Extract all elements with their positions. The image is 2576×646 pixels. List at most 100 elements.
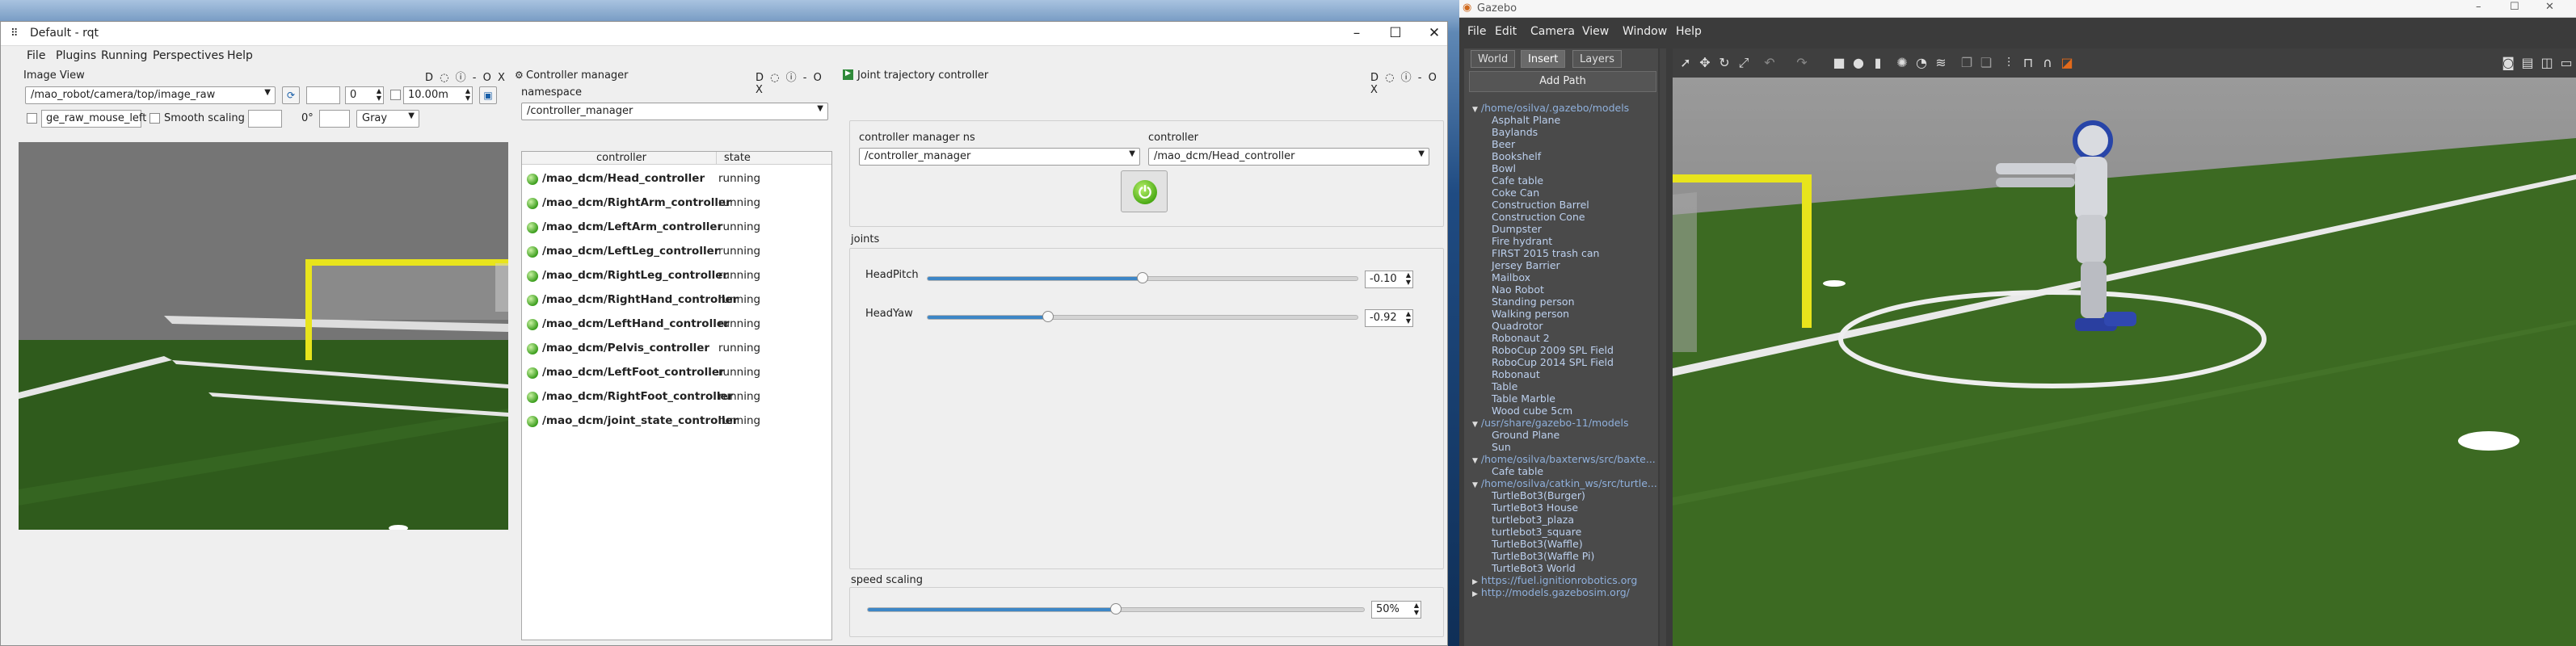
tree-item[interactable]: turtlebot3_plaza xyxy=(1492,514,1574,526)
tree-folder[interactable]: ▼ /usr/share/gazebo-11/models xyxy=(1472,417,1629,429)
tree-item[interactable]: Bookshelf xyxy=(1492,150,1541,162)
undo-icon[interactable]: ↶ xyxy=(1762,55,1778,71)
select-arrow-icon[interactable]: ➚ xyxy=(1677,55,1694,71)
speed-spinbox[interactable]: 50% ▲ ▼ xyxy=(1371,601,1421,619)
gazebo-titlebar[interactable]: ◉ Gazebo – ☐ ✕ xyxy=(1459,0,2576,18)
copy-icon[interactable]: ❐ xyxy=(1959,55,1975,71)
tree-item[interactable]: Robonaut 2 xyxy=(1492,332,1550,344)
tree-item[interactable]: Robonaut xyxy=(1492,368,1540,380)
rotate-icon[interactable]: ↻ xyxy=(1716,55,1732,71)
tree-item[interactable]: Cafe table xyxy=(1492,174,1543,187)
menu-file[interactable]: File xyxy=(27,49,45,62)
tree-item[interactable]: Jersey Barrier xyxy=(1492,259,1560,271)
tree-item[interactable]: Fire hydrant xyxy=(1492,235,1552,247)
mouse-topic-field[interactable]: ge_raw_mouse_left xyxy=(41,110,146,128)
change-view-icon[interactable]: ◪ xyxy=(2059,55,2075,71)
table-row[interactable]: /mao_dcm/LeftArm_controller running xyxy=(522,215,831,239)
table-row[interactable]: /mao_dcm/joint_state_controller running xyxy=(522,409,831,433)
gz-menu-window[interactable]: Window xyxy=(1623,25,1667,38)
color-mode-combo[interactable]: Gray ▼ xyxy=(356,110,419,128)
minimize-icon[interactable]: – xyxy=(1347,24,1366,42)
enable-button[interactable]: ⏻ xyxy=(1121,170,1168,212)
maximize-icon[interactable]: ☐ xyxy=(1386,24,1405,42)
tree-item[interactable]: Standing person xyxy=(1492,296,1575,308)
spin-distance[interactable]: 10.00m ▲ ▼ xyxy=(403,86,473,104)
gz-menu-file[interactable]: File xyxy=(1467,25,1486,38)
menu-plugins[interactable]: Plugins xyxy=(56,49,96,62)
tree-item[interactable]: Coke Can xyxy=(1492,187,1539,199)
tree-folder[interactable]: ▼ /home/osilva/catkin_ws/src/turtle... xyxy=(1472,477,1657,489)
chevron-right-icon[interactable]: ▶ xyxy=(1472,578,1478,586)
joint-slider[interactable] xyxy=(927,272,1358,283)
speed-slider[interactable] xyxy=(867,603,1365,615)
col-state[interactable]: state xyxy=(724,152,751,164)
tree-folder[interactable]: ▶ http://models.gazebosim.org/ xyxy=(1472,586,1630,598)
tree-item[interactable]: Table xyxy=(1492,380,1517,392)
table-row[interactable]: /mao_dcm/RightLeg_controller running xyxy=(522,263,831,287)
tree-item[interactable]: TurtleBot3 House xyxy=(1492,501,1578,514)
table-row[interactable]: /mao_dcm/Pelvis_controller running xyxy=(522,336,831,360)
table-row[interactable]: /mao_dcm/Head_controller running xyxy=(522,166,831,191)
col-controller[interactable]: controller xyxy=(596,152,646,164)
tree-item[interactable]: Nao Robot xyxy=(1492,283,1544,296)
align-icon[interactable]: ⫶ xyxy=(2001,55,2017,71)
tab-layers[interactable]: Layers xyxy=(1572,50,1623,68)
joint-value-spinbox[interactable]: -0.92 ▲ ▼ xyxy=(1365,309,1413,327)
tree-item[interactable]: Wood cube 5cm xyxy=(1492,405,1572,417)
add-path-button[interactable]: Add Path xyxy=(1469,71,1656,92)
sphere-icon[interactable]: ● xyxy=(1850,55,1867,71)
save-image-icon[interactable]: ▣ xyxy=(479,86,497,104)
chevron-down-icon[interactable]: ▼ xyxy=(1472,106,1478,114)
menu-perspectives[interactable]: Perspectives xyxy=(153,49,224,62)
table-row[interactable]: /mao_dcm/RightFoot_controller running xyxy=(522,384,831,409)
cylinder-icon[interactable]: ▮ xyxy=(1870,55,1886,71)
camera-image[interactable] xyxy=(19,142,508,530)
video-record-icon[interactable]: ▭ xyxy=(2558,55,2574,71)
gz-menu-edit[interactable]: Edit xyxy=(1495,25,1517,38)
chevron-down-icon[interactable]: ▼ xyxy=(1472,421,1478,429)
maximize-icon[interactable]: ☐ xyxy=(2510,1,2519,13)
blank-field[interactable] xyxy=(306,86,340,104)
tree-item[interactable]: Baylands xyxy=(1492,126,1538,138)
tree-item[interactable]: Table Marble xyxy=(1492,392,1555,405)
topic-combo[interactable]: /mao_robot/camera/top/image_raw ▼ xyxy=(25,86,276,104)
redo-icon[interactable]: ↷ xyxy=(1794,55,1810,71)
directional-light-icon[interactable]: ≋ xyxy=(1933,55,1949,71)
tree-item[interactable]: Construction Cone xyxy=(1492,211,1585,223)
tree-item[interactable]: Ground Plane xyxy=(1492,429,1559,441)
minimize-icon[interactable]: – xyxy=(2476,1,2481,13)
table-row[interactable]: /mao_dcm/LeftLeg_controller running xyxy=(522,239,831,263)
tree-item[interactable]: turtlebot3_square xyxy=(1492,526,1581,538)
tree-folder[interactable]: ▶ https://fuel.ignitionrobotics.org xyxy=(1472,574,1637,586)
spin-zero[interactable]: 0 ▲ ▼ xyxy=(345,86,384,104)
chevron-down-icon[interactable]: ▼ xyxy=(1472,481,1478,489)
log-icon[interactable]: ▤ xyxy=(2519,55,2536,71)
table-row[interactable]: /mao_dcm/RightArm_controller running xyxy=(522,191,831,215)
cm-ns-combo[interactable]: /controller_manager ▼ xyxy=(859,148,1140,166)
tree-item[interactable]: RoboCup 2009 SPL Field xyxy=(1492,344,1614,356)
tree-item[interactable]: Beer xyxy=(1492,138,1515,150)
paste-icon[interactable]: ❏ xyxy=(1978,55,1994,71)
table-row[interactable]: /mao_dcm/LeftFoot_controller running xyxy=(522,360,831,384)
table-row[interactable]: /mao_dcm/RightHand_controller running xyxy=(522,287,831,312)
zoom-checkbox[interactable] xyxy=(390,90,401,100)
translate-icon[interactable]: ✥ xyxy=(1697,55,1713,71)
tree-item[interactable]: Dumpster xyxy=(1492,223,1542,235)
chevron-right-icon[interactable]: ▶ xyxy=(1472,590,1478,598)
joint-value-spinbox[interactable]: -0.10 ▲ ▼ xyxy=(1365,271,1413,288)
tree-item[interactable]: RoboCup 2014 SPL Field xyxy=(1492,356,1614,368)
screenshot-icon[interactable]: ◙ xyxy=(2500,55,2516,71)
rotate-left-button[interactable] xyxy=(248,110,282,128)
joint-slider[interactable] xyxy=(927,311,1358,322)
namespace-combo[interactable]: /controller_manager ▼ xyxy=(521,103,828,120)
gz-menu-camera[interactable]: Camera xyxy=(1530,25,1575,38)
close-icon[interactable]: ✕ xyxy=(1425,24,1444,42)
box-icon[interactable]: ■ xyxy=(1831,55,1847,71)
refresh-icon[interactable]: ⟳ xyxy=(282,86,300,104)
point-light-icon[interactable]: ✺ xyxy=(1894,55,1910,71)
tab-insert[interactable]: Insert xyxy=(1521,50,1566,68)
controller-combo[interactable]: /mao_dcm/Head_controller ▼ xyxy=(1148,148,1429,166)
magnet-icon[interactable]: ∩ xyxy=(2039,55,2056,71)
tab-world[interactable]: World xyxy=(1471,50,1516,68)
spot-light-icon[interactable]: ◔ xyxy=(1913,55,1930,71)
